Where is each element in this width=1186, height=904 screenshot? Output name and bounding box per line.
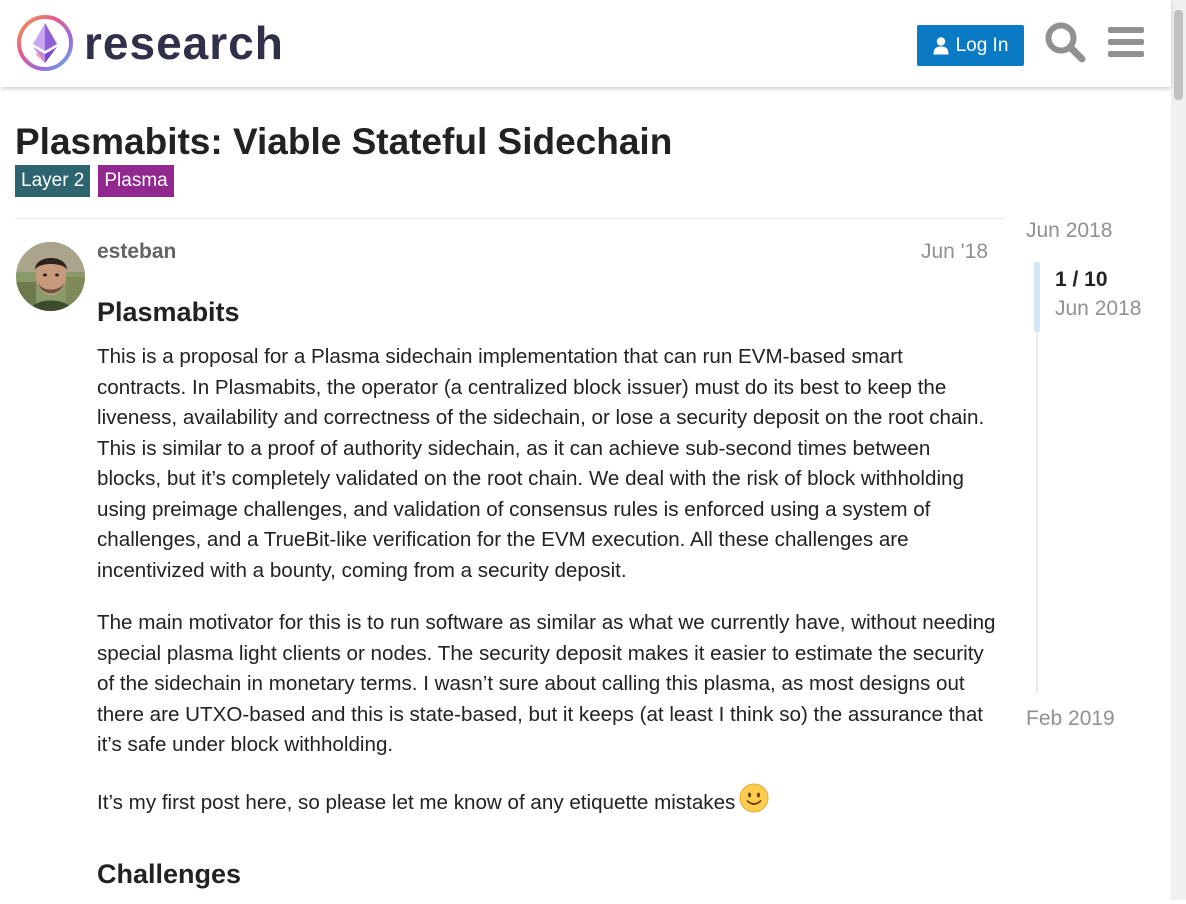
page-scrollbar[interactable] [1171,0,1186,900]
search-icon[interactable] [1044,21,1086,63]
timeline-end-date[interactable]: Feb 2019 [1026,707,1115,731]
post-subheading: Challenges [97,859,242,889]
timeline-start-date[interactable]: Jun 2018 [1026,219,1112,243]
timeline-position: 1 / 10 [1055,268,1108,291]
divider [15,218,1004,219]
timeline-handle[interactable] [1034,262,1040,332]
post-paragraph: This is a proposal for a Plasma sidechai… [97,345,985,582]
post-content: Plasmabits This is a proposal for a Plas… [97,290,997,904]
login-label: Log In [955,34,1009,56]
avatar-photo [16,242,85,311]
post-username[interactable]: esteban [97,240,176,264]
topic-tags: Layer 2 Plasma [15,165,174,197]
tag-layer-2[interactable]: Layer 2 [15,165,91,197]
tag-plasma[interactable]: Plasma [98,165,174,197]
avatar[interactable] [16,242,85,311]
login-button[interactable]: Log In [917,25,1024,66]
hamburger-menu-icon[interactable] [1106,21,1148,63]
logo-text: research [84,17,284,69]
scrollbar-thumb[interactable] [1174,10,1183,100]
topic-title[interactable]: Plasmabits: Viable Stateful Sidechain [15,120,672,164]
post-paragraph-text: It’s my first post here, so please let m… [97,790,736,814]
post-heading: Plasmabits [97,297,240,327]
site-header: research Log In [0,0,1171,87]
slight-smile-emoji-icon [739,783,769,812]
post-paragraph: The main motivator for this is to run so… [97,611,996,756]
timeline-position-date: Jun 2018 [1055,297,1142,320]
user-icon [933,36,949,54]
post-date[interactable]: Jun '18 [880,240,988,264]
post-paragraph-with-emoji: It’s my first post here, so please let m… [97,783,997,819]
ethereum-research-logo-icon [17,15,73,71]
site-logo[interactable]: research [16,14,284,72]
